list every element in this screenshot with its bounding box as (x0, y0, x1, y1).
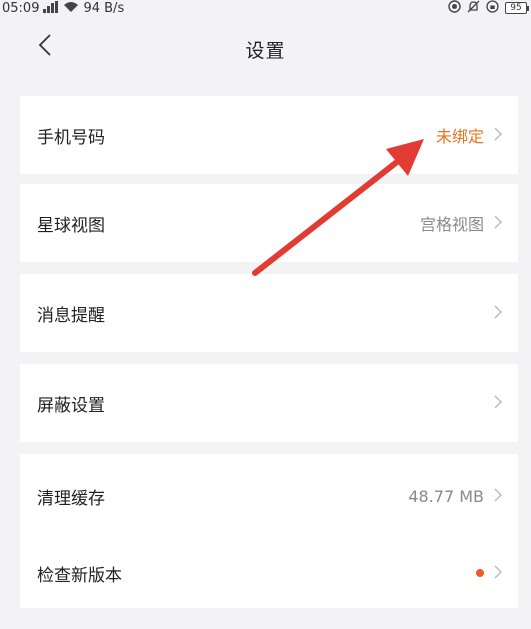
settings-row-update[interactable]: 检查新版本 (20, 538, 518, 608)
battery-icon: 95 (505, 2, 529, 14)
block-card: 屏蔽设置 (20, 364, 518, 442)
settings-row-planet-view[interactable]: 星球视图 宫格视图 (20, 184, 518, 262)
network-speed: 94 B/s (83, 0, 125, 16)
nav-bar: 设置 (0, 22, 531, 78)
cache-label: 清理缓存 (37, 488, 105, 509)
phone-label: 手机号码 (37, 127, 105, 148)
phone-status: 未绑定 (435, 127, 484, 146)
chevron-right-icon (494, 213, 503, 234)
planet-view-value: 宫格视图 (419, 215, 484, 234)
new-version-dot (476, 569, 484, 577)
maintenance-card: 清理缓存 48.77 MB 检查新版本 (20, 454, 518, 608)
settings-row-phone[interactable]: 手机号码 未绑定 (20, 96, 518, 174)
do-not-disturb-icon (448, 0, 461, 16)
bell-muted-icon (467, 0, 480, 16)
settings-row-notifications[interactable]: 消息提醒 (20, 274, 518, 352)
chevron-right-icon (494, 563, 503, 584)
time: 05:09 (2, 0, 40, 16)
notifications-label: 消息提醒 (37, 305, 105, 326)
update-label: 检查新版本 (37, 565, 122, 586)
lock-rotation-icon (486, 0, 499, 16)
chevron-right-icon (494, 393, 503, 414)
signal-icon (43, 0, 59, 16)
block-label: 屏蔽设置 (37, 395, 105, 416)
settings-row-block[interactable]: 屏蔽设置 (20, 364, 518, 442)
phone-card: 手机号码 未绑定 (20, 96, 518, 174)
chevron-right-icon (494, 486, 503, 507)
chevron-right-icon (494, 125, 503, 146)
wifi-icon (63, 1, 79, 16)
settings-row-cache[interactable]: 清理缓存 48.77 MB (20, 454, 518, 538)
notifications-card: 消息提醒 (20, 274, 518, 352)
page-title: 设置 (245, 40, 286, 62)
planet-view-card: 星球视图 宫格视图 (20, 184, 518, 262)
cache-size: 48.77 MB (408, 486, 484, 506)
status-bar: 05:09 94 B/s 95 (0, 0, 531, 20)
planet-view-label: 星球视图 (37, 215, 105, 236)
chevron-right-icon (494, 303, 503, 324)
